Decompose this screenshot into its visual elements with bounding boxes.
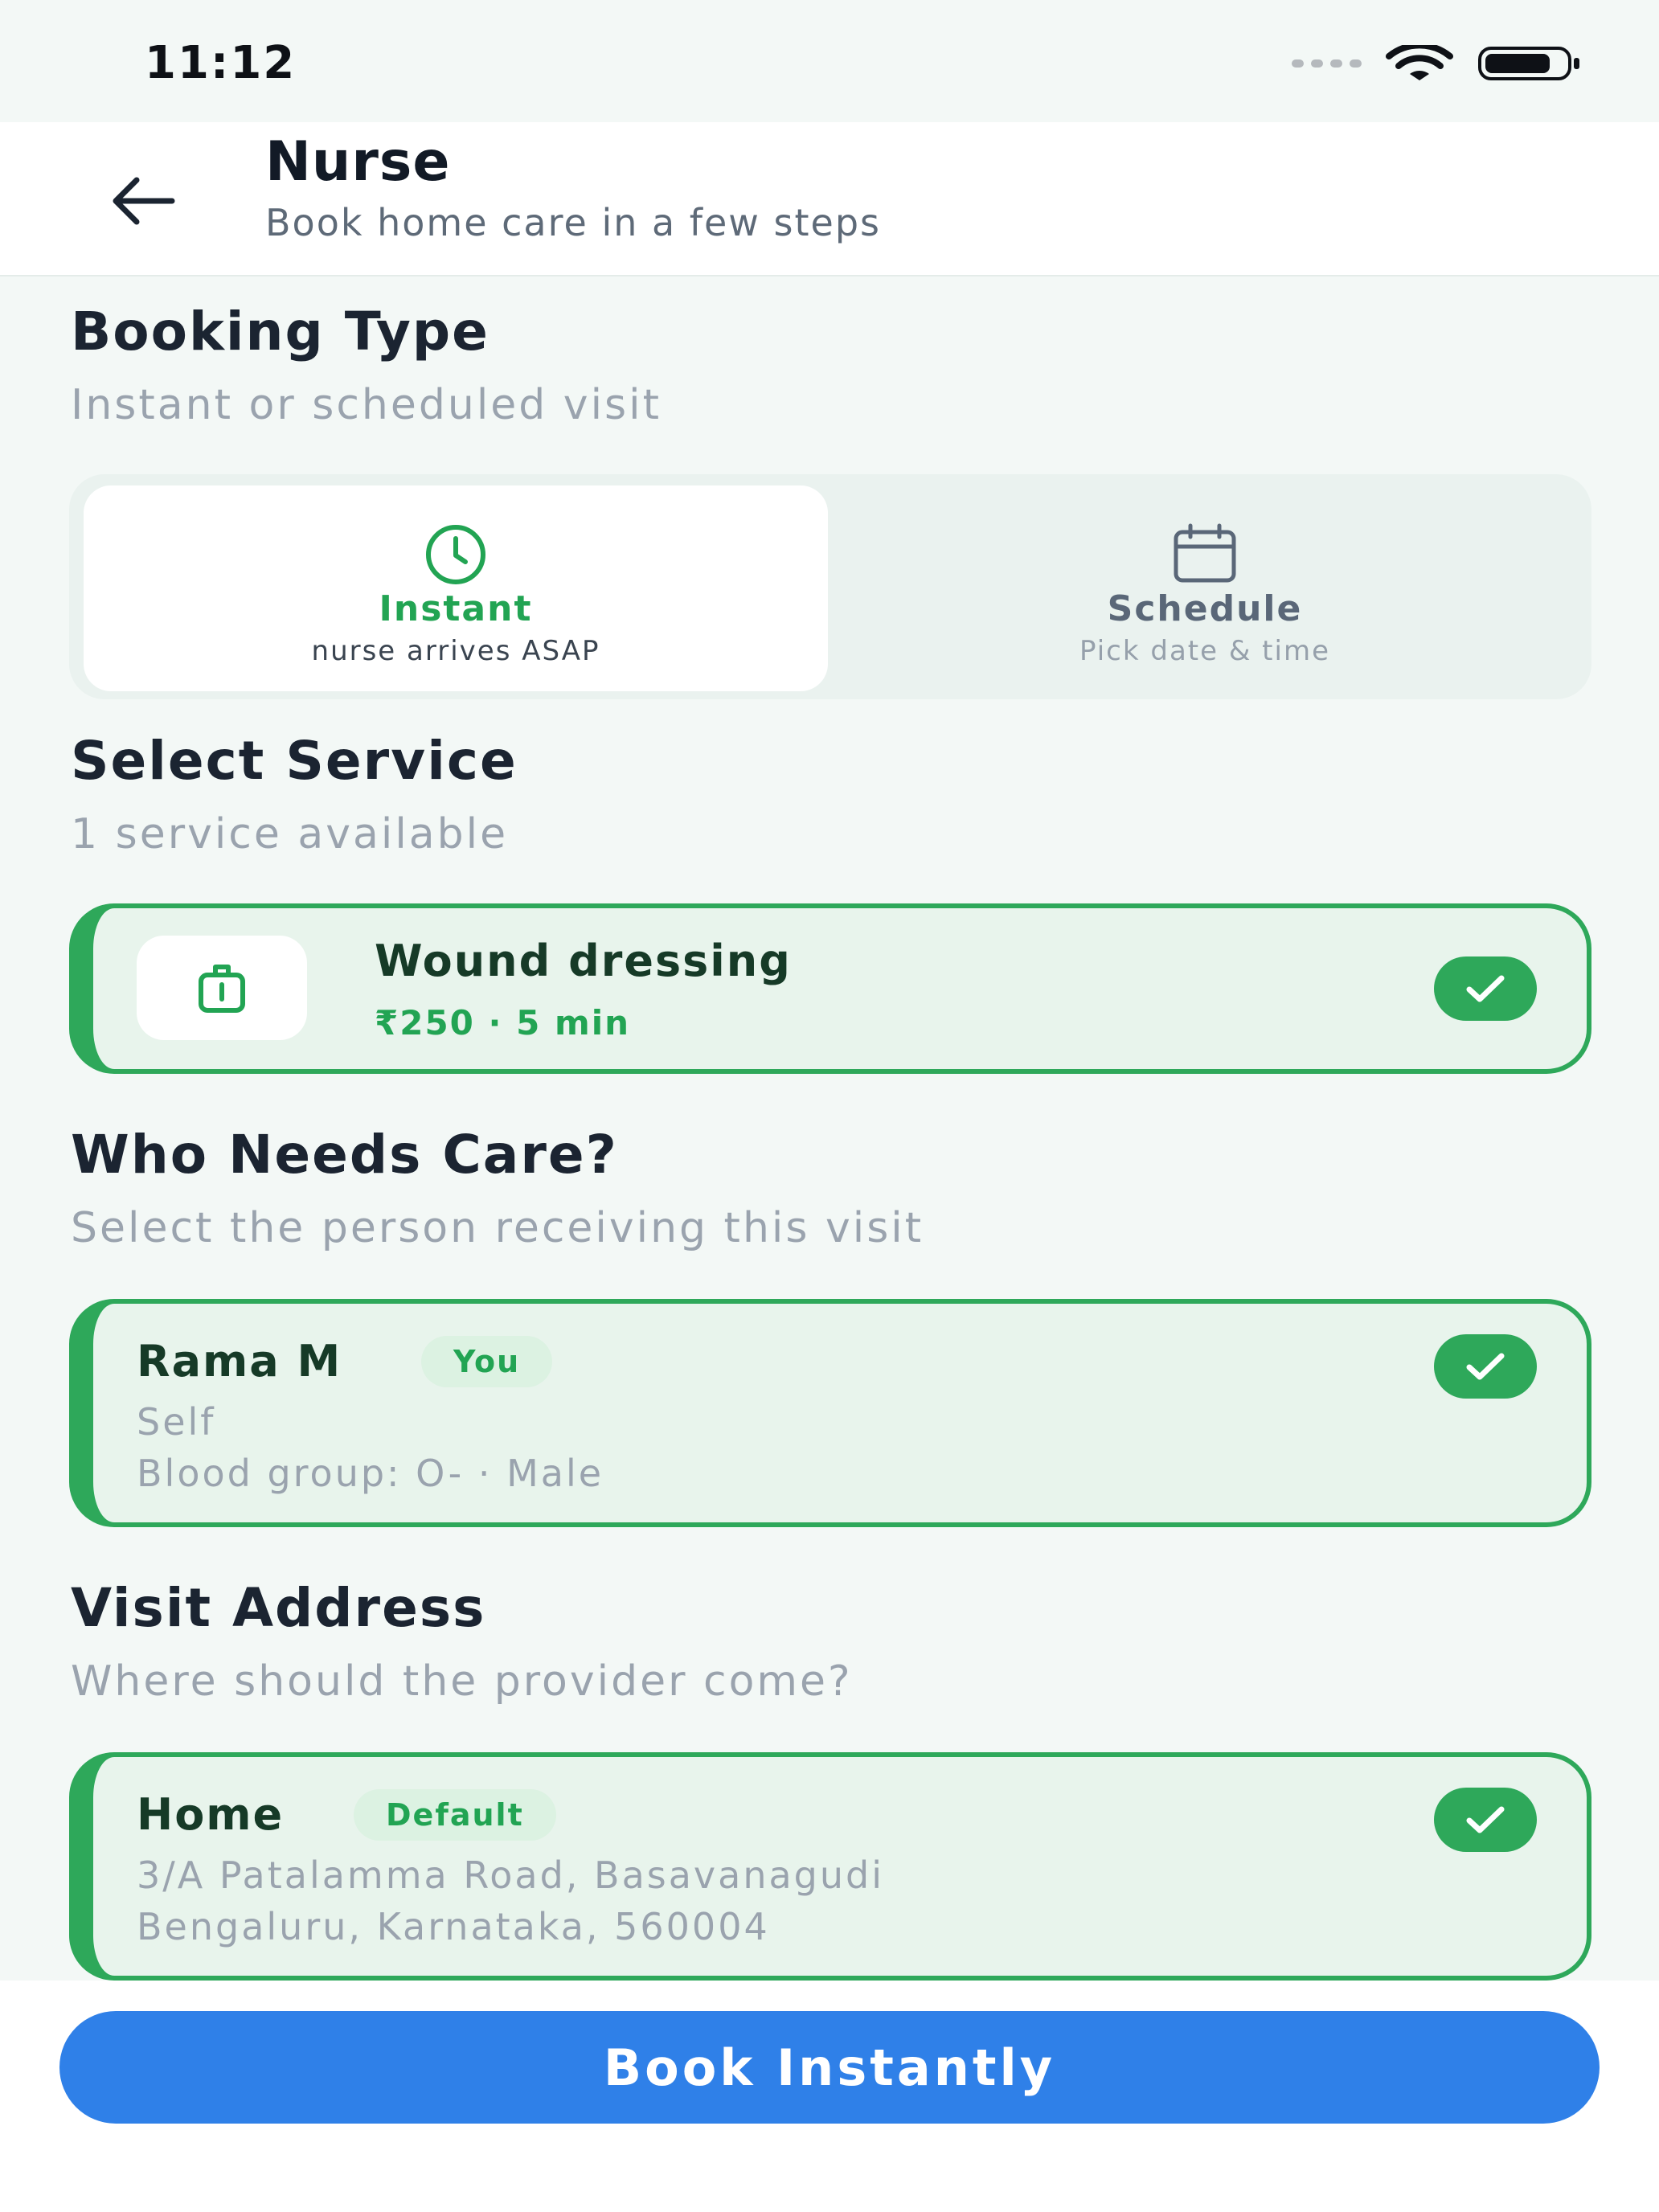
service-price-duration: ₹250 · 5 min [375, 1003, 630, 1043]
who-needs-care-title: Who Needs Care? [71, 1124, 618, 1186]
person-name: Rama M [137, 1336, 342, 1387]
address-label: Home [137, 1789, 285, 1840]
booking-option-instant[interactable]: Instant nurse arrives ASAP [84, 485, 828, 691]
booking-screen: 11:12 Nurse Book home care in a few step… [0, 0, 1659, 2212]
battery-icon [1478, 47, 1579, 80]
selected-check-badge [1434, 956, 1537, 1021]
book-instantly-button[interactable]: Book Instantly [59, 2011, 1600, 2124]
selected-check-badge [1434, 1334, 1537, 1399]
who-needs-care-subtitle: Select the person receiving this visit [71, 1204, 924, 1252]
address-line-2: Bengaluru, Karnataka, 560004 [137, 1905, 770, 1948]
person-relation: Self [137, 1400, 216, 1444]
instant-note: nurse arrives ASAP [311, 635, 600, 667]
check-icon [1466, 1353, 1505, 1380]
page-title: Nurse [265, 130, 451, 194]
schedule-label: Schedule [1107, 588, 1303, 629]
arrow-left-icon [113, 177, 175, 225]
check-icon [1466, 1806, 1505, 1833]
wifi-icon [1386, 45, 1453, 80]
status-time: 11:12 [145, 37, 297, 89]
address-card-home[interactable]: Home Default 3/A Patalamma Road, Basavan… [69, 1752, 1591, 1981]
select-service-subtitle: 1 service available [71, 810, 509, 858]
bottom-action-bar: Book Instantly [0, 1981, 1659, 2212]
person-card-rama-m[interactable]: Rama M You Self Blood group: O- · Male [69, 1299, 1591, 1527]
clock-icon [426, 525, 485, 584]
page-subtitle: Book home care in a few steps [265, 201, 882, 244]
status-icons [1292, 45, 1582, 82]
calendar-icon [1174, 523, 1236, 583]
check-icon [1466, 975, 1505, 1002]
select-service-title: Select Service [71, 730, 518, 792]
medical-kit-icon [199, 965, 245, 1013]
status-bar: 11:12 [0, 0, 1659, 121]
booking-type-subtitle: Instant or scheduled visit [71, 381, 662, 429]
default-badge: Default [354, 1789, 556, 1841]
visit-address-title: Visit Address [71, 1577, 486, 1639]
visit-address-subtitle: Where should the provider come? [71, 1657, 853, 1706]
service-icon-box [137, 936, 307, 1040]
you-badge: You [421, 1336, 553, 1387]
booking-type-title: Booking Type [71, 301, 490, 363]
service-card-wound-dressing[interactable]: Wound dressing ₹250 · 5 min [69, 903, 1591, 1074]
selected-check-badge [1434, 1788, 1537, 1852]
booking-type-toggle: Instant nurse arrives ASAP Schedule Pick… [69, 474, 1591, 699]
schedule-note: Pick date & time [1079, 635, 1330, 667]
app-header: Nurse Book home care in a few steps [0, 122, 1659, 276]
instant-label: Instant [379, 588, 533, 629]
person-details: Blood group: O- · Male [137, 1452, 604, 1495]
back-button[interactable] [96, 154, 190, 248]
service-name: Wound dressing [375, 936, 792, 986]
booking-option-schedule[interactable]: Schedule Pick date & time [833, 485, 1577, 691]
cellular-signal-icon [1292, 59, 1362, 68]
address-line-1: 3/A Patalamma Road, Basavanagudi [137, 1854, 884, 1897]
